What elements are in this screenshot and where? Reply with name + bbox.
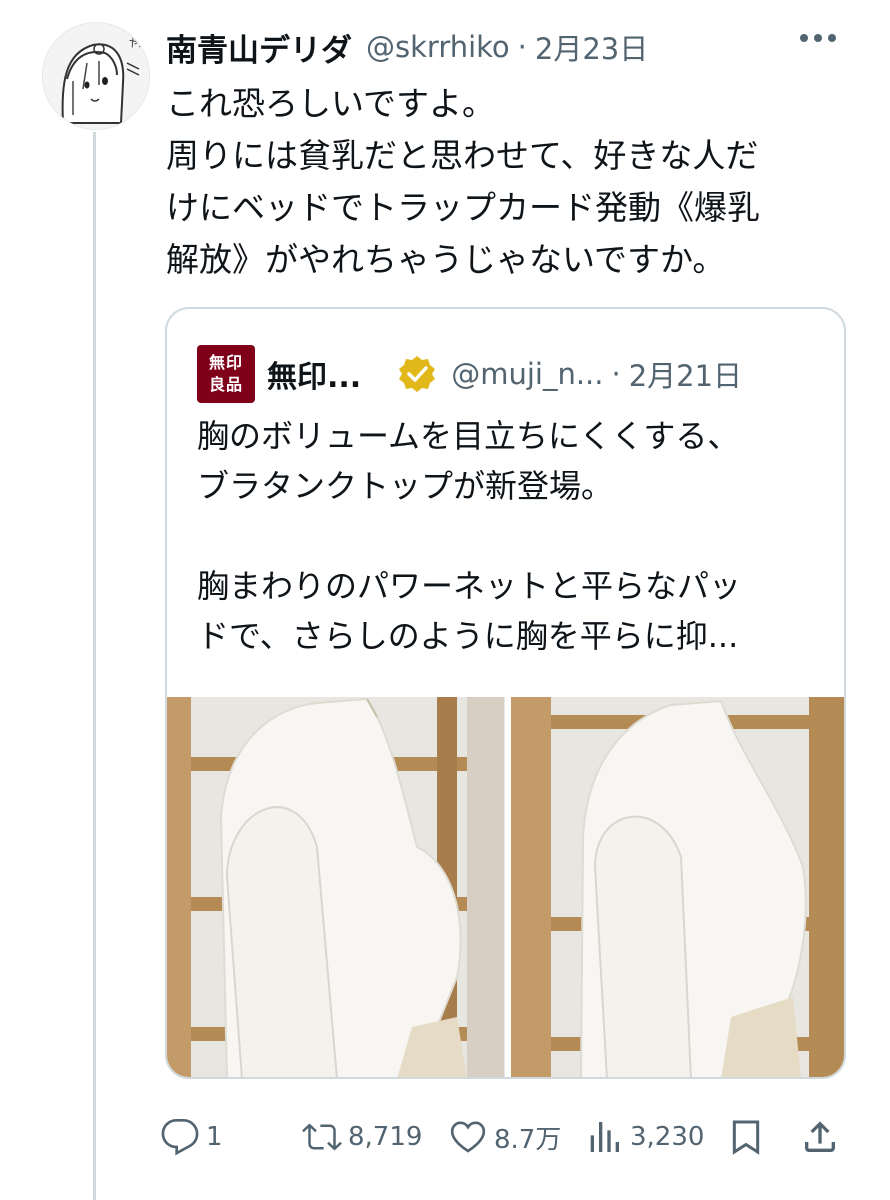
quoted-text-line	[197, 511, 827, 561]
thread-line	[93, 132, 96, 1200]
photo-after[interactable]	[510, 697, 844, 1077]
retweet-count: 8,719	[348, 1122, 423, 1152]
avatar[interactable]: ヤベぇ	[42, 22, 150, 130]
bookmark-icon	[732, 1120, 760, 1155]
quoted-text-line: ブラタンクトップが新登場。	[197, 467, 614, 505]
quoted-tweet-date[interactable]: 2月21日	[629, 353, 742, 395]
tweet-header: 南青山デリダ @skrrhiko · 2月23日	[166, 24, 648, 70]
quoted-tweet-text: 胸のボリュームを目立ちにくくする、 ブラタンクトップが新登場。 胸まわりのパワー…	[197, 411, 827, 661]
like-icon	[450, 1121, 486, 1153]
quoted-tweet-card[interactable]: 無印 良品 無印... @muji_n... · 2月21日 胸のボリュームを目…	[165, 307, 846, 1079]
quoted-text-line: 胸まわりのパワーネットと平らなパッ	[197, 567, 742, 605]
more-dot	[814, 34, 822, 42]
quoted-display-name[interactable]: 無印...	[267, 352, 361, 396]
retweet-icon	[302, 1123, 342, 1151]
quoted-user-handle[interactable]: @muji_n...	[451, 357, 603, 391]
share-button[interactable]	[800, 1112, 840, 1162]
more-options-icon[interactable]	[800, 34, 836, 42]
more-dot	[800, 34, 808, 42]
reply-button[interactable]: 1	[160, 1112, 223, 1162]
bookmark-button[interactable]	[726, 1112, 766, 1162]
tweet-text-line: これ恐ろしいですよ。	[166, 84, 496, 123]
verified-badge-icon	[399, 356, 436, 392]
avatar-illustration: ヤベぇ	[43, 23, 149, 129]
tweet-text: これ恐ろしいですよ。 周りには貧乳だと思わせて、好きな人だ けにベッドでトラップ…	[166, 78, 856, 286]
tweet-text-line: 周りには貧乳だと思わせて、好きな人だ	[166, 136, 759, 175]
tweet-text-line: けにベッドでトラップカード発動《爆乳	[166, 188, 760, 227]
quoted-tweet-header: 無印 良品 無印... @muji_n... · 2月21日	[197, 345, 742, 403]
tweet-date[interactable]: 2月23日	[535, 26, 648, 68]
user-handle[interactable]: @skrrhiko	[366, 30, 510, 64]
photo-before-image	[167, 697, 504, 1077]
share-icon	[805, 1121, 835, 1152]
logo-text-line: 無印	[208, 353, 243, 372]
media-gallery	[167, 697, 844, 1077]
views-button[interactable]: 3,230	[584, 1112, 704, 1162]
photo-after-image	[510, 697, 844, 1077]
tweet-text-line: 解放》がやれちゃうじゃないですか。	[166, 240, 726, 279]
photo-before[interactable]	[167, 697, 505, 1077]
like-button[interactable]: 8.7万	[448, 1112, 561, 1162]
quoted-text-line: ドで、さらしのように胸を平らに抑...	[197, 617, 739, 655]
action-bar: 1 8,719 8.7万 3,230	[160, 1112, 860, 1162]
reply-count: 1	[206, 1122, 223, 1152]
more-dot	[828, 34, 836, 42]
muji-logo[interactable]: 無印 良品	[197, 345, 255, 403]
display-name[interactable]: 南青山デリダ	[166, 25, 352, 70]
views-icon	[590, 1122, 619, 1152]
view-count: 3,230	[630, 1122, 705, 1152]
quoted-text-line: 胸のボリュームを目立ちにくくする、	[197, 417, 740, 455]
separator-dot: ·	[517, 30, 527, 64]
separator-dot: ·	[611, 357, 621, 391]
logo-text-line: 良品	[208, 375, 243, 394]
reply-icon	[161, 1119, 199, 1156]
retweet-button[interactable]: 8,719	[302, 1112, 422, 1162]
like-count: 8.7万	[494, 1124, 562, 1155]
